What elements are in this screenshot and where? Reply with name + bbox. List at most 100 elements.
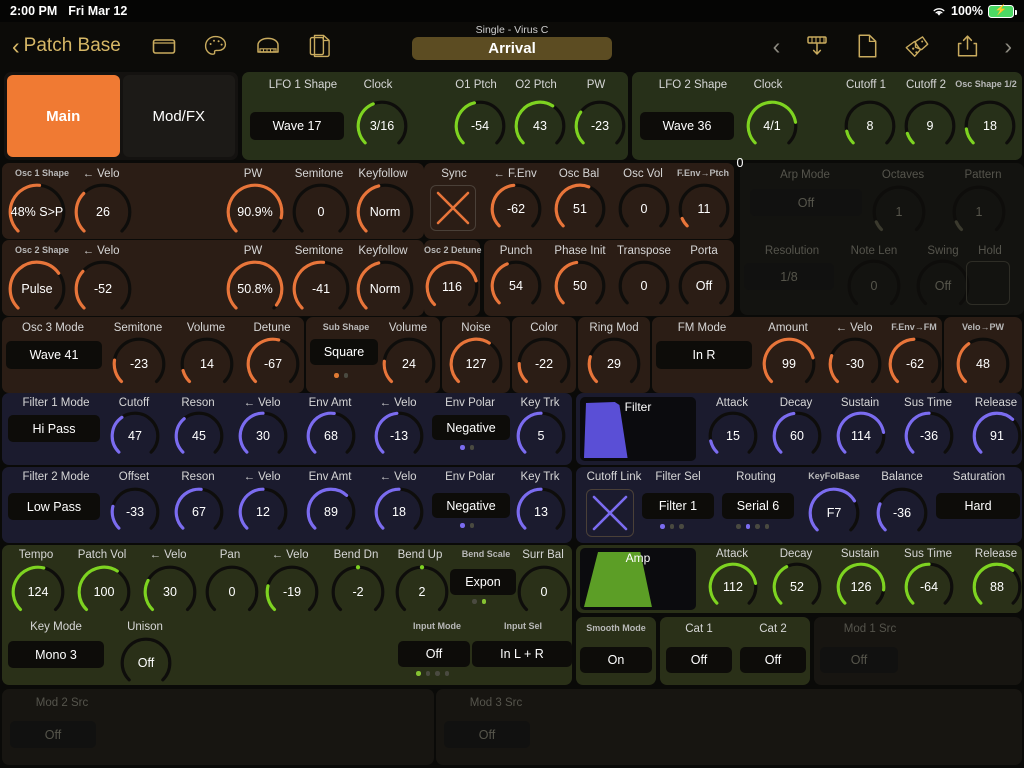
lfo2-shape-value[interactable]: Wave 36 — [640, 112, 734, 140]
patchvol-knob[interactable]: 100 — [77, 565, 131, 619]
arp-resolution-value[interactable]: 1/8 — [744, 263, 834, 290]
lfo2-oscshape-knob[interactable]: 18 — [964, 100, 1016, 152]
amp-decay-knob[interactable]: 52 — [772, 562, 822, 612]
osc3-mode-value[interactable]: Wave 41 — [6, 341, 102, 369]
lfo1-pw-knob[interactable]: -23 — [574, 100, 626, 152]
cutoff-link-toggle[interactable] — [586, 489, 634, 537]
arp-octaves-knob[interactable]: 1 — [872, 185, 926, 239]
patch-name-button[interactable]: Arrival — [412, 37, 612, 60]
lfo2-cutoff1-knob[interactable]: 8 — [844, 100, 896, 152]
osc2-semitone-knob[interactable]: -41 — [292, 260, 350, 318]
routing-value[interactable]: Serial 6 — [722, 493, 794, 519]
noise-knob[interactable]: 127 — [449, 337, 503, 391]
arp-hold-toggle[interactable] — [966, 261, 1010, 305]
piano-icon[interactable] — [255, 33, 281, 59]
tempo-knob[interactable]: 124 — [11, 565, 65, 619]
copy-document-icon[interactable] — [307, 33, 333, 59]
tab-main[interactable]: Main — [7, 75, 120, 157]
mod1-src-value[interactable]: Off — [820, 647, 898, 673]
osc-vol-knob[interactable]: 0 — [618, 183, 670, 235]
saturation-value[interactable]: Hard — [936, 493, 1020, 519]
filter1-cutoff-knob[interactable]: 47 — [110, 411, 160, 461]
cat1-value[interactable]: Off — [666, 647, 732, 673]
surr-bal-knob[interactable]: 0 — [517, 565, 571, 619]
input-mode-value[interactable]: Off — [398, 641, 470, 667]
download-icon[interactable] — [804, 33, 830, 59]
amp-release-knob[interactable]: 88 — [972, 562, 1022, 612]
patchvol-velo-knob[interactable]: 30 — [143, 565, 197, 619]
cat2-value[interactable]: Off — [740, 647, 806, 673]
bend-dn-knob[interactable]: -2 — [331, 565, 385, 619]
filter2-mode-value[interactable]: Low Pass — [8, 493, 100, 520]
lfo2-clock-knob[interactable]: 4/1 — [746, 100, 798, 152]
filter1-page-dots[interactable] — [460, 445, 474, 450]
new-document-icon[interactable] — [854, 33, 880, 59]
fm-mode-value[interactable]: In R — [656, 341, 752, 369]
lfo2-cutoff2-knob[interactable]: 9 — [904, 100, 956, 152]
filter2-velo2-knob[interactable]: 18 — [374, 487, 424, 537]
osc-fenv-knob[interactable]: -62 — [490, 183, 542, 235]
osc1-semitone-knob[interactable]: 0 — [292, 183, 350, 241]
bend-scale-dots[interactable] — [472, 599, 486, 604]
prev-patch-button[interactable]: ‹ — [773, 33, 781, 60]
punch-knob[interactable]: 54 — [490, 260, 542, 312]
filter-env-graph[interactable]: Filter — [580, 397, 696, 461]
osc3-volume-knob[interactable]: 14 — [180, 337, 234, 391]
filter2-envamt-knob[interactable]: 89 — [306, 487, 356, 537]
filter-sel-value[interactable]: Filter 1 — [642, 493, 714, 519]
porta-knob[interactable]: Off — [678, 260, 730, 312]
sub-page-dots[interactable] — [334, 373, 348, 378]
lfo1-o2ptch-knob[interactable]: 43 — [514, 100, 566, 152]
key-mode-value[interactable]: Mono 3 — [8, 641, 104, 668]
mod2-src-value[interactable]: Off — [10, 721, 96, 748]
balance-knob[interactable]: -36 — [876, 487, 928, 539]
osc2-detune-knob[interactable]: 116 — [425, 260, 479, 314]
osc3-semitone-knob[interactable]: -23 — [112, 337, 166, 391]
filter1-velo1-knob[interactable]: 30 — [238, 411, 288, 461]
filter-sel-dots[interactable] — [660, 524, 684, 529]
routing-dots[interactable] — [736, 524, 769, 529]
amp-sustain-knob[interactable]: 126 — [836, 562, 886, 612]
filter-env-release-knob[interactable]: 91 — [972, 411, 1022, 461]
input-sel-value[interactable]: In L + R — [472, 641, 572, 667]
transpose-knob[interactable]: 0 — [618, 260, 670, 312]
keyfolbase-knob[interactable]: F7 — [808, 487, 860, 539]
mod3-src-value[interactable]: Off — [444, 721, 530, 748]
unison-knob[interactable]: Off — [120, 637, 172, 689]
filter1-keytrk-knob[interactable]: 5 — [516, 411, 566, 461]
back-button[interactable]: ‹ Patch Base — [12, 34, 121, 58]
filter-env-sustime-knob[interactable]: -36 — [904, 411, 954, 461]
osc-fenv-ptch-knob[interactable]: 11 — [678, 183, 730, 235]
filter1-envamt-knob[interactable]: 68 — [306, 411, 356, 461]
arp-mode-value[interactable]: Off — [750, 189, 862, 216]
arp-pattern-knob[interactable]: 1 — [952, 185, 1006, 239]
osc2-keyfollow-knob[interactable]: Norm — [356, 260, 414, 318]
ringmod-knob[interactable]: 29 — [587, 337, 641, 391]
osc3-detune-knob[interactable]: -67 — [246, 337, 300, 391]
osc2-velo-knob[interactable]: -52 — [74, 260, 132, 318]
color-knob[interactable]: -22 — [517, 337, 571, 391]
window-icon[interactable] — [151, 33, 177, 59]
amp-attack-knob[interactable]: 112 — [708, 562, 758, 612]
filter2-offset-knob[interactable]: -33 — [110, 487, 160, 537]
voice-page-dots[interactable] — [416, 671, 449, 676]
amp-sustime-knob[interactable]: -64 — [904, 562, 954, 612]
filter2-keytrk-knob[interactable]: 13 — [516, 487, 566, 537]
phase-init-knob[interactable]: 50 — [554, 260, 606, 312]
filter2-velo1-knob[interactable]: 12 — [238, 487, 288, 537]
sub-volume-knob[interactable]: 24 — [382, 337, 436, 391]
arp-swing-knob[interactable]: Off — [916, 259, 970, 313]
tab-modfx[interactable]: Mod/FX — [122, 75, 235, 157]
osc1-velo-knob[interactable]: 26 — [74, 183, 132, 241]
next-patch-button[interactable]: › — [1004, 33, 1012, 60]
share-icon[interactable] — [954, 33, 980, 59]
smooth-mode-value[interactable]: On — [580, 647, 652, 673]
filter1-polar-value[interactable]: Negative — [432, 415, 510, 440]
palette-icon[interactable] — [203, 33, 229, 59]
filter-env-sustain-knob[interactable]: 114 — [836, 411, 886, 461]
dice-icon[interactable] — [904, 33, 930, 59]
pan-velo-knob[interactable]: -19 — [265, 565, 319, 619]
lfo1-o1ptch-knob[interactable]: -54 — [454, 100, 506, 152]
sub-shape-value[interactable]: Square — [310, 339, 378, 365]
filter-env-decay-knob[interactable]: 60 — [772, 411, 822, 461]
